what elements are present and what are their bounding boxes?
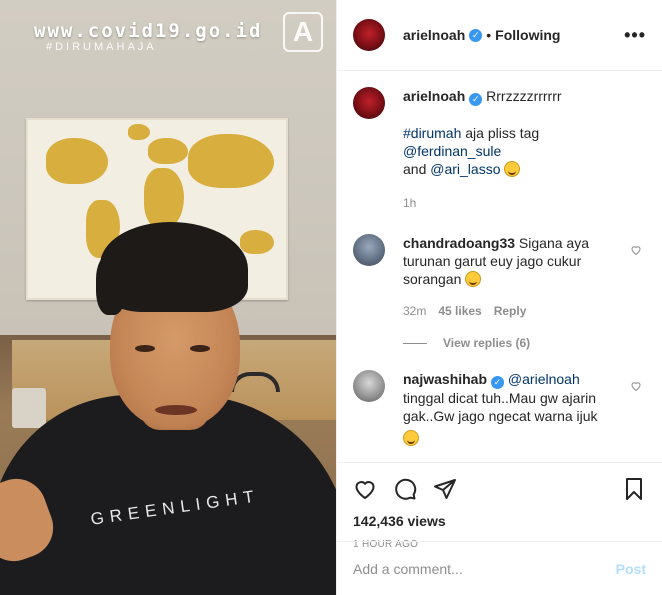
person-eye [190, 345, 210, 352]
comment-text: tinggal dicat tuh..Mau gw ajarin gak..Gw… [403, 390, 598, 424]
replies-divider [403, 342, 427, 344]
action-icons [353, 471, 646, 507]
watermark-url: www.covid19.go.id [34, 20, 263, 42]
verified-badge-icon: ✓ [469, 93, 483, 106]
rofl-emoji-icon [465, 271, 482, 287]
caption-text: and [403, 161, 431, 177]
comments-list: arielnoah ✓ Rrrzzzzrrrrrr #dirumah aja pl… [337, 71, 662, 462]
caption-text: aja pliss tag [461, 125, 540, 141]
post-button[interactable]: Post [616, 561, 646, 577]
comment-item: najwashihab ✓ @arielnoah tinggal dicat tu… [353, 370, 646, 447]
author-info: arielnoah ✓ • Following [403, 27, 560, 43]
comment-heart-icon[interactable] [630, 380, 642, 392]
verified-badge-icon: ✓ [469, 28, 483, 42]
mention-link[interactable]: @ferdinan_sule [403, 143, 501, 159]
mention-link[interactable]: @arielnoah [508, 371, 580, 387]
person-eye [135, 345, 155, 352]
comment-item: chandradoang33 Sigana aya turunan garut … [353, 234, 646, 320]
view-replies-button[interactable]: View replies (6) [403, 336, 646, 350]
view-replies-label: View replies (6) [443, 336, 531, 350]
author-avatar[interactable] [353, 87, 385, 119]
comment-username[interactable]: najwashihab [403, 371, 487, 387]
commenter-avatar[interactable] [353, 370, 385, 402]
post-header: arielnoah ✓ • Following ••• [337, 0, 662, 71]
heart-icon[interactable] [353, 477, 377, 501]
caption-time[interactable]: 1h [403, 194, 416, 212]
comment-composer: Post [337, 541, 662, 595]
comment-icon[interactable] [393, 477, 417, 501]
caption-text: Rrrzzzzrrrrrr [486, 88, 562, 104]
author-username[interactable]: arielnoah [403, 27, 465, 43]
grinning-emoji-icon [403, 430, 419, 446]
post-caption: arielnoah ✓ Rrrzzzzrrrrrr #dirumah aja pl… [353, 87, 646, 212]
person-hair [96, 255, 126, 315]
logo-badge: A [283, 12, 323, 52]
bookmark-icon[interactable] [622, 477, 646, 501]
shelf-items [12, 388, 46, 428]
paper-plane-icon[interactable] [433, 477, 457, 501]
comment-likes[interactable]: 45 likes [438, 302, 481, 320]
following-button[interactable]: Following [495, 27, 560, 43]
separator: • [486, 27, 492, 43]
commenter-avatar[interactable] [353, 234, 385, 266]
more-options-icon[interactable]: ••• [624, 25, 646, 46]
post-video[interactable]: GREENLIGHT www.covid19.go.id #DIRUMAHAJA… [0, 0, 336, 595]
view-count[interactable]: 142,436 views [353, 513, 646, 529]
comment-username[interactable]: chandradoang33 [403, 235, 515, 251]
mention-link[interactable]: @ari_lasso [430, 161, 500, 177]
watermark-hashtag: #DIRUMAHAJA [46, 41, 157, 53]
comment-heart-icon[interactable] [630, 244, 642, 256]
verified-badge-icon: ✓ [491, 376, 505, 389]
instagram-post-modal: GREENLIGHT www.covid19.go.id #DIRUMAHAJA… [0, 0, 662, 595]
post-side-panel: arielnoah ✓ • Following ••• arielnoah ✓ R… [336, 0, 662, 595]
comment-body: najwashihab ✓ @arielnoah tinggal dicat tu… [403, 370, 646, 447]
comment-time[interactable]: 32m [403, 302, 426, 320]
caption-username[interactable]: arielnoah [403, 88, 465, 104]
hashtag-link[interactable]: #dirumah [403, 125, 461, 141]
person-mouth [155, 405, 197, 415]
author-avatar[interactable] [353, 19, 385, 51]
comment-input[interactable] [353, 560, 616, 577]
laughing-emoji-icon [504, 161, 521, 177]
caption-body: arielnoah ✓ Rrrzzzzrrrrrr #dirumah aja pl… [403, 87, 646, 212]
comment-body: chandradoang33 Sigana aya turunan garut … [403, 234, 646, 320]
reply-button[interactable]: Reply [494, 302, 527, 320]
